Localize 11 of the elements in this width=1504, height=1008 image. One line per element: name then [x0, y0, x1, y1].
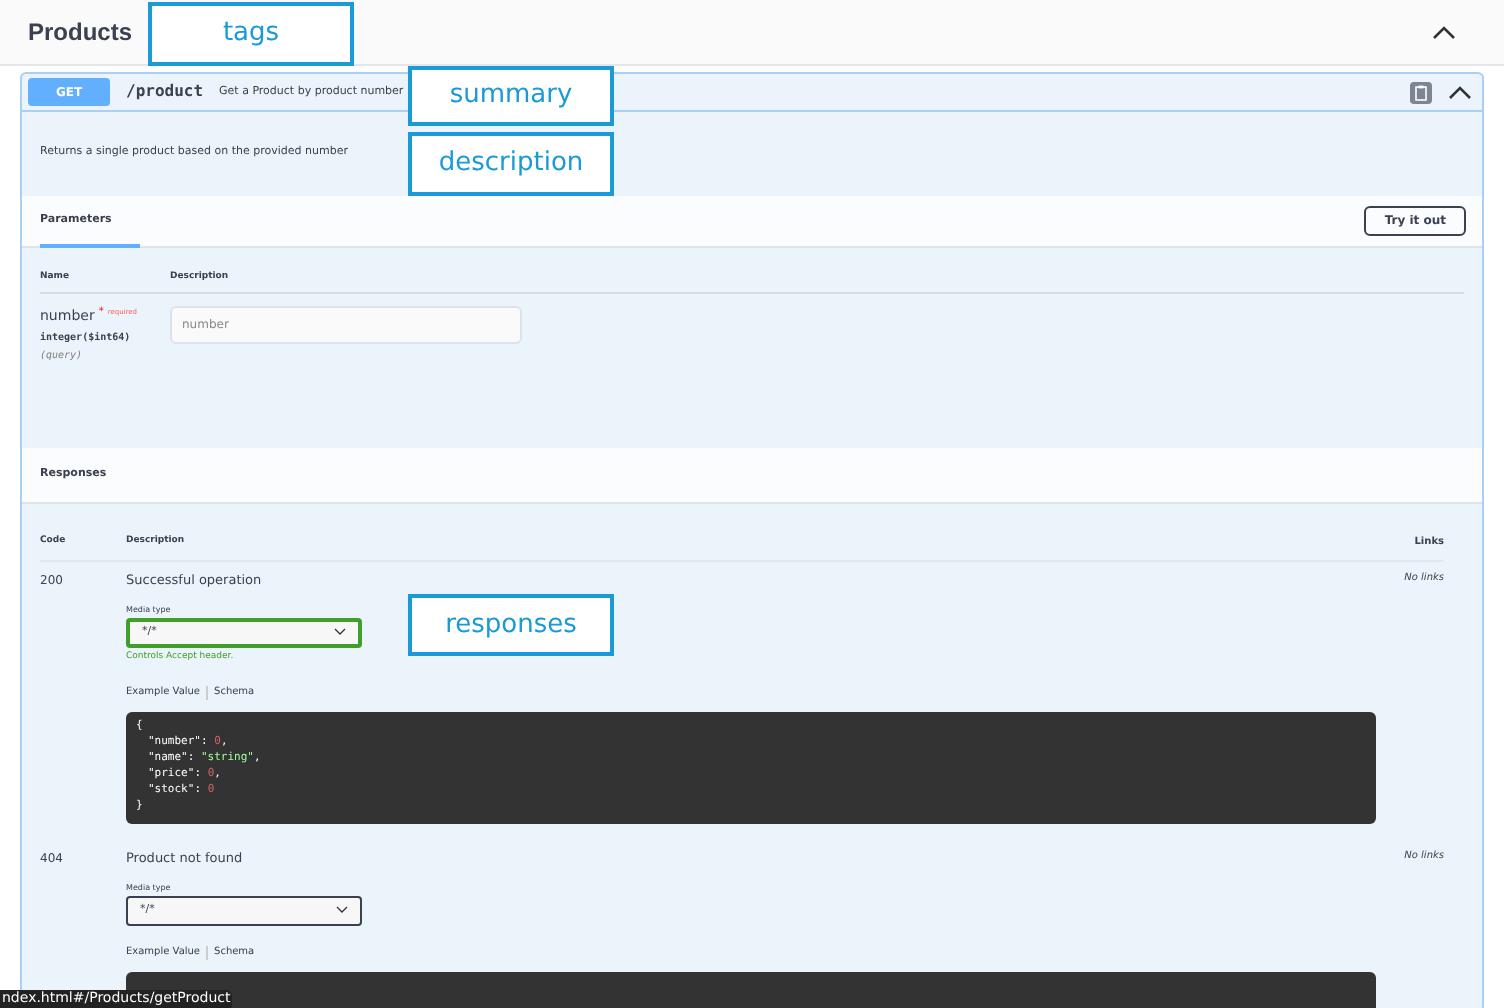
dropdown-icon[interactable]	[334, 628, 346, 637]
annotation-callout: tags	[148, 2, 354, 66]
tag-title[interactable]: Products	[28, 14, 133, 50]
endpoint-path[interactable]: /product	[126, 80, 204, 104]
collapse-icon[interactable]	[1448, 84, 1472, 100]
annotation-callout: summary	[408, 66, 614, 126]
clipboard-icon[interactable]	[1410, 81, 1432, 103]
annotation-callout: description	[408, 132, 614, 196]
collapse-icon[interactable]	[1432, 24, 1456, 40]
annotation-callout: responses	[408, 594, 614, 656]
dropdown-icon[interactable]	[336, 906, 348, 915]
